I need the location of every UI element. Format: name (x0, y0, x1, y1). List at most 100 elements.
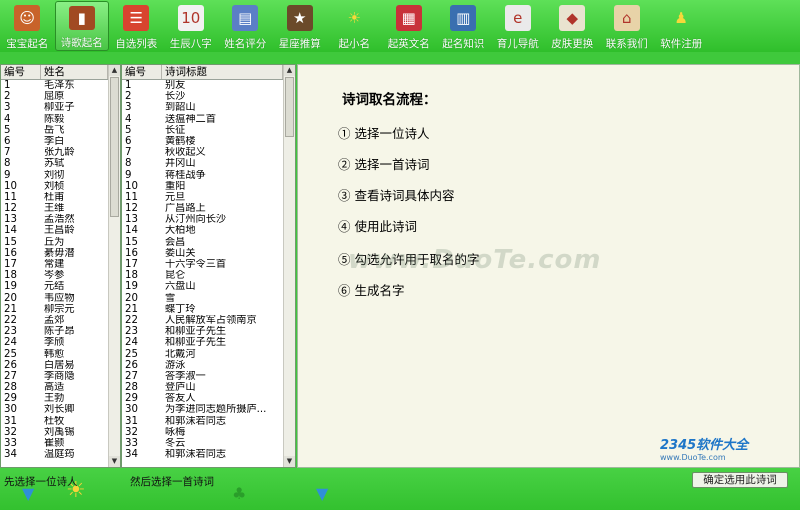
poem-col-id-header[interactable]: 编号 (122, 65, 162, 79)
poem-col-title-header[interactable]: 诗词标题 (162, 65, 283, 79)
poet-row[interactable]: 29 王勃 (1, 393, 108, 404)
poem-row[interactable]: 18 昆仑 (122, 270, 283, 281)
poet-row[interactable]: 22 孟郊 (1, 315, 108, 326)
poem-row[interactable]: 6 黄鹤楼 (122, 136, 283, 147)
scroll-up-arrow-icon[interactable]: ▲ (284, 65, 295, 76)
poet-row[interactable]: 14 王昌龄 (1, 225, 108, 236)
toolbar-button-3[interactable]: 10 生辰八字 (164, 1, 219, 51)
poem-row[interactable]: 7 秋收起义 (122, 147, 283, 158)
poet-row[interactable]: 10 刘桢 (1, 181, 108, 192)
poem-row[interactable]: 5 长征 (122, 125, 283, 136)
poet-row[interactable]: 13 孟浩然 (1, 214, 108, 225)
poet-row[interactable]: 18 岑参 (1, 270, 108, 281)
poet-row[interactable]: 23 陈子昂 (1, 326, 108, 337)
brand-url: www.DuoTe.com (660, 453, 726, 462)
poem-row[interactable]: 29 答友人 (122, 393, 283, 404)
confirm-poem-button[interactable]: 确定选用此诗词 (692, 472, 788, 488)
poet-row[interactable]: 26 白居易 (1, 360, 108, 371)
scroll-up-arrow-icon[interactable]: ▲ (109, 65, 120, 76)
toolbar-button-1[interactable]: ▮ 诗歌起名 (54, 1, 109, 51)
poem-row[interactable]: 15 会昌 (122, 237, 283, 248)
poem-row[interactable]: 27 答李淑一 (122, 371, 283, 382)
toolbar-button-0[interactable]: ☺ 宝宝起名 (0, 1, 55, 51)
poet-row[interactable]: 11 杜甫 (1, 192, 108, 203)
poet-row[interactable]: 7 张九龄 (1, 147, 108, 158)
scroll-thumb[interactable] (285, 77, 294, 137)
poem-text: 和郭沫若同志 (165, 415, 227, 427)
poem-row[interactable]: 23 和柳亚子先生 (122, 326, 283, 337)
poem-row[interactable]: 19 六盘山 (122, 281, 283, 292)
poet-row[interactable]: 33 崔颢 (1, 438, 108, 449)
poet-row[interactable]: 27 李商隐 (1, 371, 108, 382)
poem-row[interactable]: 8 井冈山 (122, 158, 283, 169)
poem-row[interactable]: 32 咏梅 (122, 427, 283, 438)
poet-row[interactable]: 8 苏轼 (1, 158, 108, 169)
toolbar-button-11[interactable]: ⌂ 联系我们 (600, 1, 655, 51)
scroll-thumb[interactable] (110, 77, 119, 217)
poet-col-name-header[interactable]: 姓名 (41, 65, 108, 79)
toolbar-button-6[interactable]: ☀ 起小名 (327, 1, 382, 51)
poet-row[interactable]: 24 李颀 (1, 337, 108, 348)
poem-row[interactable]: 13 从汀州向长沙 (122, 214, 283, 225)
toolbar-button-12[interactable]: ♟ 软件注册 (654, 1, 709, 51)
toolbar-button-8[interactable]: ▥ 起名知识 (436, 1, 491, 51)
poet-row[interactable]: 32 刘禹锡 (1, 427, 108, 438)
poem-row[interactable]: 1 别友 (122, 80, 283, 91)
poet-col-id-header[interactable]: 编号 (1, 65, 41, 79)
poem-row[interactable]: 20 雪 (122, 293, 283, 304)
poet-row[interactable]: 1 毛泽东 (1, 80, 108, 91)
poem-row[interactable]: 3 到韶山 (122, 102, 283, 113)
poem-row[interactable]: 21 蝶丁玲 (122, 304, 283, 315)
poem-row[interactable]: 14 大柏地 (122, 225, 283, 236)
poet-row[interactable]: 12 王维 (1, 203, 108, 214)
poet-list-scrollbar[interactable]: ▲ ▼ (108, 65, 120, 467)
poem-row[interactable]: 12 广昌路上 (122, 203, 283, 214)
poet-row[interactable]: 31 杜牧 (1, 416, 108, 427)
poem-row[interactable]: 30 为李进同志题所摄庐... (122, 404, 283, 415)
poet-row[interactable]: 2 屈原 (1, 91, 108, 102)
poet-row[interactable]: 19 元结 (1, 281, 108, 292)
poet-row[interactable]: 34 温庭筠 (1, 449, 108, 460)
poet-row[interactable]: 9 刘彻 (1, 170, 108, 181)
poem-row[interactable]: 16 娄山关 (122, 248, 283, 259)
poem-row[interactable]: 10 重阳 (122, 181, 283, 192)
poet-row[interactable]: 30 刘长卿 (1, 404, 108, 415)
poet-row[interactable]: 3 柳亚子 (1, 102, 108, 113)
poet-row[interactable]: 28 高适 (1, 382, 108, 393)
toolbar-button-5[interactable]: ★ 星座推算 (273, 1, 328, 51)
poem-row[interactable]: 25 北戴河 (122, 349, 283, 360)
site-watermark: www.DuoTe.com (348, 245, 602, 275)
poet-row[interactable]: 16 綦毋潜 (1, 248, 108, 259)
toolbar-button-4[interactable]: ▤ 姓名评分 (218, 1, 273, 51)
poem-row[interactable]: 22 人民解放军占领南京 (122, 315, 283, 326)
toolbar-button-7[interactable]: ▦ 起英文名 (382, 1, 437, 51)
poem-row[interactable]: 11 元旦 (122, 192, 283, 203)
poet-row[interactable]: 17 常建 (1, 259, 108, 270)
poet-id: 13 (4, 214, 17, 226)
book-icon: ▮ (68, 6, 95, 30)
poem-row[interactable]: 9 蒋桂战争 (122, 170, 283, 181)
poet-row[interactable]: 15 丘为 (1, 237, 108, 248)
poem-row[interactable]: 17 十六字令三首 (122, 259, 283, 270)
toolbar-button-9[interactable]: e 育儿导航 (491, 1, 546, 51)
poem-row[interactable]: 28 登庐山 (122, 382, 283, 393)
poem-row[interactable]: 2 长沙 (122, 91, 283, 102)
poet-row[interactable]: 20 韦应物 (1, 293, 108, 304)
poet-row[interactable]: 21 柳宗元 (1, 304, 108, 315)
poet-row[interactable]: 6 李白 (1, 136, 108, 147)
poet-row[interactable]: 25 韩愈 (1, 349, 108, 360)
poem-row[interactable]: 24 和柳亚子先生 (122, 337, 283, 348)
scroll-down-arrow-icon[interactable]: ▼ (284, 456, 295, 467)
poem-row[interactable]: 34 和郭沫若同志 (122, 449, 283, 460)
scroll-down-arrow-icon[interactable]: ▼ (109, 456, 120, 467)
poem-row[interactable]: 4 送瘟神二首 (122, 114, 283, 125)
toolbar-button-2[interactable]: ☰ 自选列表 (109, 1, 164, 51)
poem-list-scrollbar[interactable]: ▲ ▼ (283, 65, 295, 467)
poem-row[interactable]: 31 和郭沫若同志 (122, 416, 283, 427)
poet-row[interactable]: 5 岳飞 (1, 125, 108, 136)
toolbar-button-10[interactable]: ◆ 皮肤更换 (545, 1, 600, 51)
baby-portrait-icon: ☺ (14, 5, 41, 31)
poem-row[interactable]: 26 游泳 (122, 360, 283, 371)
poet-row[interactable]: 4 陈毅 (1, 114, 108, 125)
poem-row[interactable]: 33 冬云 (122, 438, 283, 449)
